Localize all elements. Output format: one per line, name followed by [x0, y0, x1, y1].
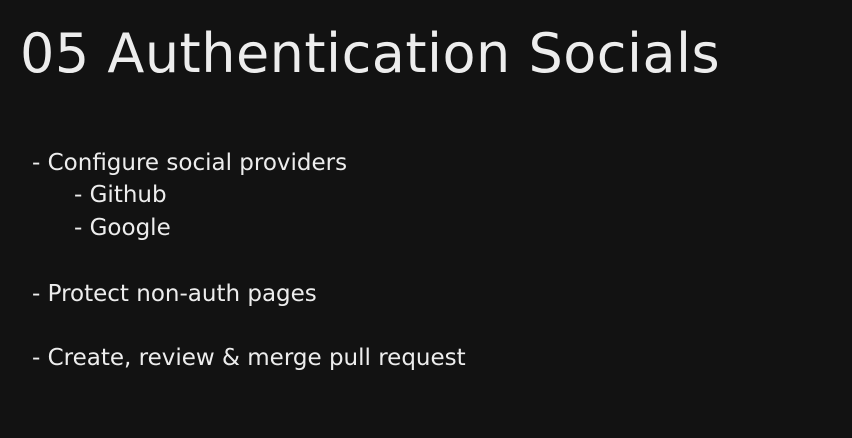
bullet-configure-social-providers: - Configure social providers — [32, 150, 348, 176]
sub-bullet-github: - Github — [74, 182, 167, 208]
bullet-create-review-merge-pr: - Create, review & merge pull request — [32, 345, 466, 371]
bullet-protect-non-auth-pages: - Protect non-auth pages — [32, 281, 317, 307]
slide: 05 Authentication Socials - Configure so… — [0, 0, 852, 438]
slide-title: 05 Authentication Socials — [20, 22, 721, 85]
sub-bullet-google: - Google — [74, 215, 171, 241]
